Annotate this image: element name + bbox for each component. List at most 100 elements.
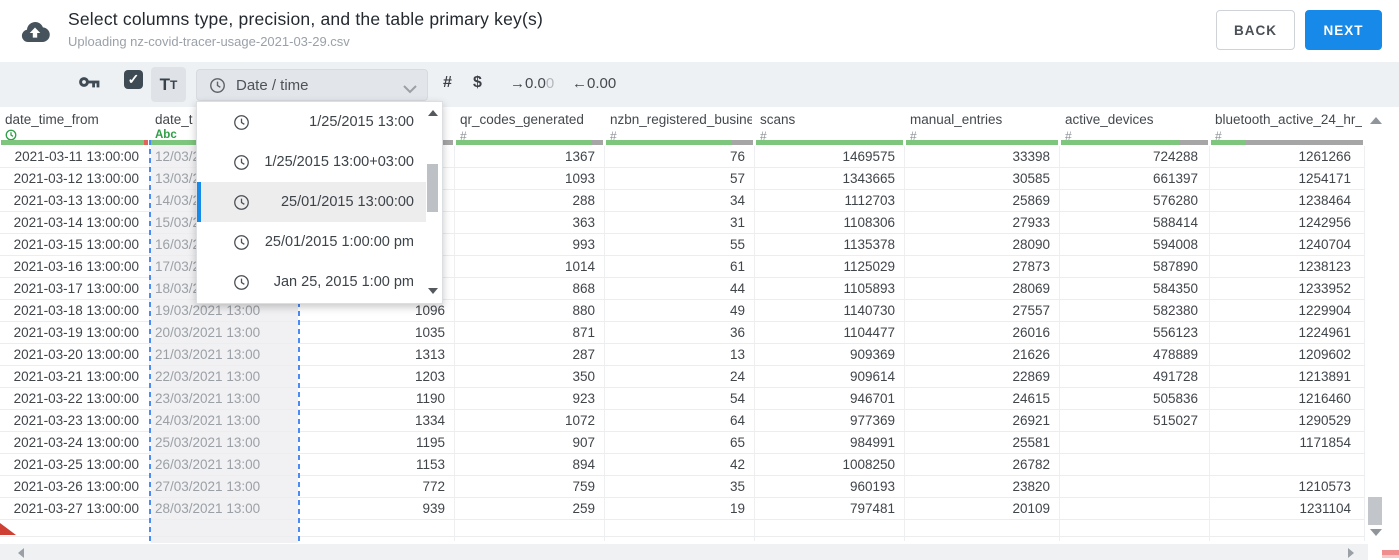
table-cell (300, 520, 455, 541)
table-cell: 1072 (455, 410, 605, 431)
table-cell: 65 (605, 432, 755, 453)
selected-option-accent-bar (197, 182, 201, 222)
table-row: 2021-03-21 13:00:00 22/03/2021 13:00 1203 3… (0, 366, 1365, 388)
table-cell: 1242956 (1210, 212, 1365, 233)
table-cell: 909369 (755, 344, 905, 365)
quality-segment-valid (456, 140, 592, 145)
column-header[interactable]: qr_codes_generated (460, 112, 602, 128)
back-button[interactable]: BACK (1216, 10, 1295, 50)
decrease-decimals-faded-digit: 0 (545, 75, 555, 92)
type-dropdown[interactable]: Date / time (196, 69, 428, 101)
dropdown-option[interactable]: 1/25/2015 13:00 (197, 102, 426, 142)
dropdown-scrollbar[interactable] (426, 102, 440, 302)
table-cell: 478889 (1060, 344, 1210, 365)
currency-type-button[interactable]: $ (473, 74, 482, 92)
dropdown-scroll-up-icon[interactable] (428, 110, 438, 116)
column-header[interactable]: bluetooth_active_24_hr_ (1215, 112, 1362, 128)
table-cell: 556123 (1060, 322, 1210, 343)
dropdown-option-label: 1/25/2015 13:00 (309, 114, 414, 130)
page-header: Select columns type, precision, and the … (0, 0, 1399, 62)
column-header[interactable]: manual_entries (910, 112, 1057, 128)
table-cell: 871 (455, 322, 605, 343)
table-cell: 505836 (1060, 388, 1210, 409)
table-cell: 960193 (755, 476, 905, 497)
dropdown-option[interactable]: Jan 25, 2015 1:00 pm (197, 262, 426, 302)
table-cell: 2021-03-16 13:00:00 (0, 256, 150, 277)
table-cell: 27873 (905, 256, 1060, 277)
table-cell: 22/03/2021 13:00 (155, 369, 261, 384)
scroll-down-icon[interactable] (1370, 529, 1382, 536)
table-cell (1060, 454, 1210, 475)
dropdown-option[interactable]: 1/25/2015 13:00+03:00 (197, 142, 426, 182)
increase-decimals-button[interactable]: ←0.00 (572, 75, 616, 92)
dropdown-option[interactable]: 25/01/2015 1:00:00 pm (197, 222, 426, 262)
number-type-button[interactable]: # (443, 74, 452, 92)
table-cell: 1140730 (755, 300, 905, 321)
table-cell: 28090 (905, 234, 1060, 255)
table-cell: 2021-03-15 13:00:00 (0, 234, 150, 255)
column-header[interactable]: date_time_from (5, 112, 147, 128)
clock-icon (233, 194, 250, 211)
table-cell: 27933 (905, 212, 1060, 233)
cloud-upload-icon (20, 20, 50, 50)
dropdown-option[interactable]: 25/01/2015 13:00:00 (197, 182, 426, 222)
table-cell: 36 (605, 322, 755, 343)
text-type-label-small: T (170, 77, 178, 92)
vertical-scrollbar[interactable] (1366, 109, 1388, 543)
table-cell: 42 (605, 454, 755, 475)
table-cell: 20/03/2021 13:00 (155, 325, 261, 340)
decrease-decimals-button[interactable]: →0.0 0 (510, 75, 554, 92)
table-cell: 1261266 (1210, 146, 1365, 167)
column-header[interactable]: active_devices (1065, 112, 1207, 128)
table-cell: 28069 (905, 278, 1060, 299)
dropdown-option-label: Jan 25, 2015 1:00 pm (273, 274, 414, 290)
clock-icon (209, 77, 226, 94)
table-cell: 977369 (755, 410, 905, 431)
clock-icon (233, 154, 250, 171)
primary-key-button[interactable] (79, 75, 100, 95)
table-cell: 946701 (755, 388, 905, 409)
table-cell: 2021-03-19 13:00:00 (0, 322, 150, 343)
table-cell: 288 (455, 190, 605, 211)
quality-segment-valid (1211, 140, 1246, 145)
next-button[interactable]: NEXT (1305, 10, 1382, 50)
table-cell: 2021-03-26 13:00:00 (0, 476, 150, 497)
table-cell: 1125029 (755, 256, 905, 277)
table-cell (1210, 454, 1365, 475)
table-cell (905, 520, 1060, 541)
column-header[interactable]: nzbn_registered_busine (610, 112, 752, 128)
clock-icon (233, 274, 250, 291)
table-row: 2021-03-24 13:00:00 25/03/2021 13:00 1195 9… (0, 432, 1365, 454)
table-row: 2021-03-22 13:00:00 23/03/2021 13:00 1190 9… (0, 388, 1365, 410)
table-cell: 2021-03-20 13:00:00 (0, 344, 150, 365)
table-cell: 27557 (905, 300, 1060, 321)
error-marker-triangle (0, 522, 16, 540)
column-header[interactable]: scans (760, 112, 902, 128)
table-cell: 1014 (455, 256, 605, 277)
column-quality-bar (756, 140, 903, 145)
table-cell: 1135378 (755, 234, 905, 255)
dropdown-option-label: 1/25/2015 13:00+03:00 (264, 154, 414, 170)
table-cell: 1240704 (1210, 234, 1365, 255)
table-cell: 23/03/2021 13:00 (155, 391, 261, 406)
scroll-right-icon[interactable] (1348, 548, 1354, 558)
table-cell: 57 (605, 168, 755, 189)
table-cell: 868 (455, 278, 605, 299)
scroll-left-icon[interactable] (18, 548, 24, 558)
table-cell: 880 (455, 300, 605, 321)
table-cell: 25581 (905, 432, 1060, 453)
column-quality-bar (456, 140, 603, 145)
horizontal-scrollbar[interactable] (0, 544, 1368, 560)
table-cell: 26016 (905, 322, 1060, 343)
table-cell: 1334 (300, 410, 455, 431)
vertical-scroll-thumb[interactable] (1368, 497, 1382, 525)
table-cell: 44 (605, 278, 755, 299)
text-type-button[interactable]: TT (151, 67, 186, 102)
dropdown-scroll-down-icon[interactable] (428, 288, 438, 294)
table-row (0, 520, 1365, 541)
scroll-up-icon[interactable] (1370, 117, 1382, 124)
column-select-checkbox[interactable]: ✓ (124, 70, 143, 89)
table-cell: 1035 (300, 322, 455, 343)
quality-segment-empty (732, 140, 753, 145)
dropdown-scroll-thumb[interactable] (427, 164, 438, 212)
